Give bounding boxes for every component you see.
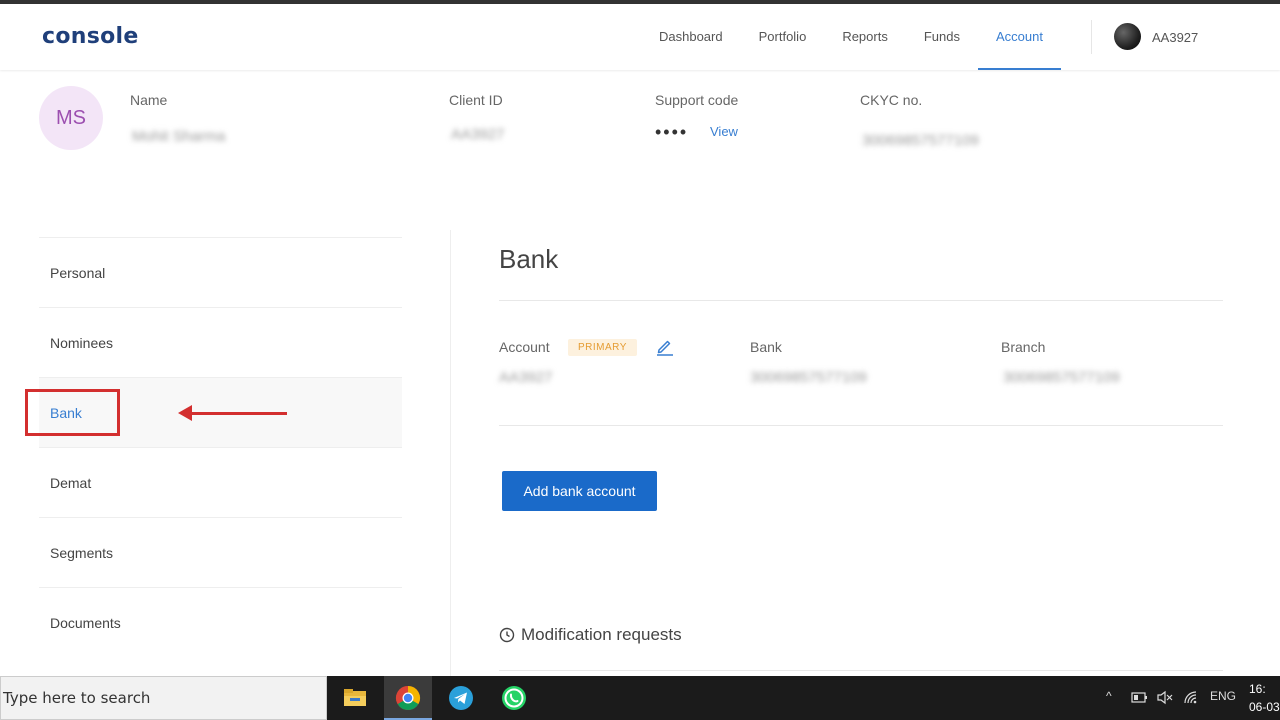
client-id-label: Client ID <box>449 92 503 108</box>
branch-label: Branch <box>1001 339 1046 355</box>
wifi-icon[interactable] <box>1183 690 1201 705</box>
account-value: AA3927 <box>499 369 553 386</box>
file-explorer-icon[interactable] <box>339 682 371 714</box>
ckyc-label: CKYC no. <box>860 92 923 108</box>
bank-details-divider <box>499 425 1223 426</box>
bank-name-label: Bank <box>750 339 782 355</box>
account-label: Account <box>499 339 550 355</box>
account-sidebar: Personal Nominees Bank Demat Segments Do… <box>39 237 402 657</box>
primary-badge: PRIMARY <box>568 339 637 356</box>
support-code-view-link[interactable]: View <box>710 124 738 139</box>
edit-pencil-icon[interactable] <box>655 336 675 356</box>
modification-requests-heading[interactable]: Modification requests <box>499 625 682 645</box>
branch-value: 30069857577109 <box>1003 369 1120 386</box>
whatsapp-icon[interactable] <box>498 682 530 714</box>
nav-funds[interactable]: Funds <box>906 4 978 70</box>
telegram-icon[interactable] <box>445 682 477 714</box>
support-code-masked: •••• <box>655 122 689 142</box>
modification-requests-label: Modification requests <box>521 625 682 644</box>
profile-avatar: MS <box>39 86 103 150</box>
annotation-arrow-shaft <box>190 412 287 415</box>
battery-icon[interactable] <box>1131 691 1148 704</box>
main-nav: Dashboard Portfolio Reports Funds Accoun… <box>641 4 1061 70</box>
user-avatar[interactable] <box>1114 23 1141 50</box>
name-value: Mohit Sharma <box>132 128 226 145</box>
sidebar-item-segments[interactable]: Segments <box>39 517 402 587</box>
nav-account[interactable]: Account <box>977 4 1061 70</box>
user-id[interactable]: AA3927 <box>1152 30 1198 45</box>
annotation-highlight-box <box>25 389 120 436</box>
modification-divider <box>499 670 1223 671</box>
annotation-arrow-head <box>178 405 192 421</box>
speaker-muted-icon[interactable] <box>1156 690 1174 705</box>
nav-reports[interactable]: Reports <box>824 4 906 70</box>
language-indicator[interactable]: ENG <box>1210 689 1236 703</box>
sidebar-item-nominees[interactable]: Nominees <box>39 307 402 377</box>
nav-separator <box>1091 20 1092 54</box>
windows-taskbar: Type here to search ^ ENG 16: 06-03 <box>0 676 1280 720</box>
client-id-value: AA3927 <box>451 126 505 143</box>
ckyc-value: 30069857577109 <box>862 132 979 149</box>
nav-portfolio[interactable]: Portfolio <box>741 4 825 70</box>
clock-time: 16: <box>1249 682 1266 696</box>
nav-dashboard[interactable]: Dashboard <box>641 4 741 70</box>
sidebar-item-demat[interactable]: Demat <box>39 447 402 517</box>
bank-title-divider <box>499 300 1223 301</box>
add-bank-account-button[interactable]: Add bank account <box>502 471 657 511</box>
clock-date: 06-03 <box>1249 700 1280 714</box>
tray-expand-icon[interactable]: ^ <box>1106 689 1112 703</box>
app-header: console Dashboard Portfolio Reports Fund… <box>0 4 1280 70</box>
bank-section-title: Bank <box>499 244 559 274</box>
sidebar-item-personal[interactable]: Personal <box>39 237 402 307</box>
clock-icon <box>499 627 515 643</box>
content-divider <box>450 230 451 676</box>
chrome-icon[interactable] <box>392 682 424 714</box>
support-code-label: Support code <box>655 92 739 108</box>
taskbar-clock[interactable]: 16: 06-03 <box>1249 680 1280 716</box>
bank-name-value: 30069857577109 <box>750 369 867 386</box>
taskbar-search-input[interactable]: Type here to search <box>0 676 327 720</box>
sidebar-item-documents[interactable]: Documents <box>39 587 402 657</box>
name-label: Name <box>130 92 168 108</box>
console-logo[interactable]: console <box>42 24 139 49</box>
